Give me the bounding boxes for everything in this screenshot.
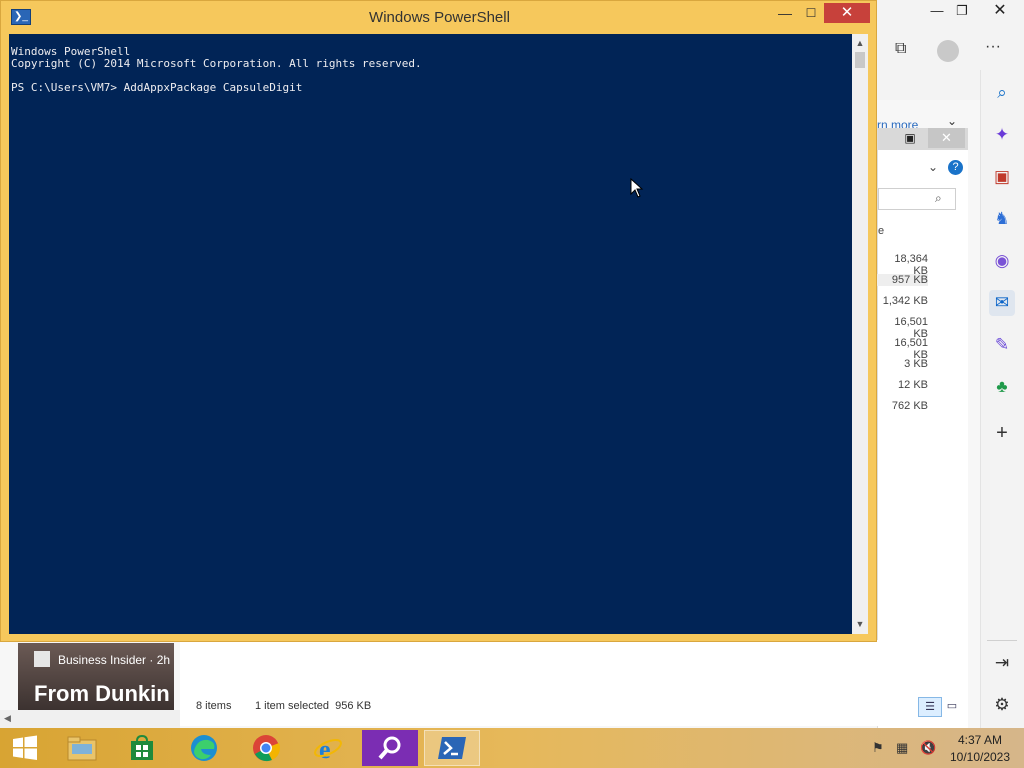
chrome-taskbar-button[interactable] [238,730,294,766]
search-app-taskbar-button[interactable] [362,730,418,766]
add-icon[interactable]: + [989,420,1015,446]
console-line: Copyright (C) 2014 Microsoft Corporation… [11,57,422,70]
chevron-down-icon[interactable]: ⌄ [928,160,938,174]
copilot-icon[interactable]: ✦ [989,122,1015,148]
collections-icon[interactable]: ⧉ [895,40,906,58]
console-area[interactable]: Windows PowerShell Copyright (C) 2014 Mic… [9,34,852,634]
file-explorer-window: ▣ ✕ ⌄ ? ⌕ e 18,364 KB 957 KB 1,342 KB 16… [876,128,968,728]
minimize-button[interactable]: — [771,4,799,22]
maximize-button[interactable]: ☐ [797,4,825,22]
edge-taskbar-button[interactable] [176,730,232,766]
chevron-down-icon[interactable]: ⌄ [947,114,957,128]
explorer-maximize-button[interactable]: ▣ [900,128,920,148]
status-selection: 1 item selected 956 KB [255,700,372,712]
office-icon[interactable]: ◉ [989,248,1015,274]
svg-text:e: e [319,735,331,763]
vertical-scrollbar[interactable]: ▲ ▼ [852,34,868,634]
powershell-titlebar[interactable]: ❯_ Windows PowerShell — ☐ ✕ [1,1,878,33]
sidebar-divider [987,640,1017,641]
horizontal-scrollbar[interactable]: ◀ [0,710,180,728]
tree-icon[interactable]: ♣ [989,374,1015,400]
scroll-up-arrow-icon[interactable]: ▲ [854,37,866,49]
close-button[interactable]: ✕ [824,3,870,23]
folder-icon [67,736,97,761]
news-card[interactable]: Business Insider · 2h From Dunkin [18,643,174,710]
search-icon[interactable]: ⌕ [989,80,1015,106]
list-item[interactable]: 12 KB [898,379,928,391]
magnifier-icon [378,736,401,760]
internet-explorer-taskbar-button[interactable]: e [300,730,356,766]
scroll-down-arrow-icon[interactable]: ▼ [854,618,866,630]
powershell-taskbar-button[interactable] [424,730,480,766]
news-headline[interactable]: From Dunkin [34,681,170,707]
edge-icon [191,735,217,761]
clock-time[interactable]: 4:37 AM [945,733,1015,747]
list-item[interactable]: 1,342 KB [883,295,928,307]
store-icon [131,734,153,760]
column-header[interactable]: e [878,225,884,237]
clock-date[interactable]: 10/10/2023 [945,750,1015,764]
edge-close-button[interactable]: ✕ [985,0,1015,22]
details-view-icon[interactable]: ☰ [918,697,942,717]
powershell-icon [438,737,466,759]
explorer-close-button[interactable]: ✕ [928,128,965,148]
more-options-icon[interactable]: ··· [985,38,1001,56]
store-taskbar-button[interactable] [114,730,170,766]
profile-avatar[interactable] [937,40,959,62]
volume-muted-icon[interactable]: 🔇 [920,740,936,756]
window-title: Windows PowerShell [369,9,510,26]
mouse-cursor-icon [630,178,644,198]
settings-gear-icon[interactable]: ⚙ [989,692,1015,718]
taskbar: e ⚑ ▦ 🔇 4:37 AM 10/10/2023 [0,728,1024,768]
action-center-flag-icon[interactable]: ⚑ [872,740,884,756]
scroll-left-arrow-icon[interactable]: ◀ [4,713,11,724]
status-item-count: 8 items [196,700,232,712]
list-item-selected[interactable]: 957 KB [876,274,928,286]
edge-sidebar: ⌕ ✦ ▣ ♞ ◉ ✉ ✎ ♣ + ⇥ ⚙ [980,70,1024,728]
split-screen-icon[interactable]: ⇥ [989,650,1015,676]
list-item[interactable]: 762 KB [892,400,928,412]
scrollbar-thumb[interactable] [855,52,865,68]
edge-restore-button[interactable]: ❐ [947,0,977,22]
tools-icon[interactable]: ▣ [989,164,1015,190]
search-icon: ⌕ [935,191,942,205]
outlook-icon[interactable]: ✉ [989,290,1015,316]
explorer-titlebar: ▣ ✕ [878,128,968,150]
help-icon[interactable]: ? [948,160,963,175]
network-icon[interactable]: ▦ [896,740,908,756]
news-source-logo [34,651,50,667]
news-source: Business Insider · 2h [58,653,171,667]
powershell-window: ❯_ Windows PowerShell — ☐ ✕ Windows Powe… [0,0,877,642]
explorer-search-box[interactable]: ⌕ [878,188,956,210]
console-prompt-line[interactable]: PS C:\Users\VM7> AddAppxPackage CapsuleD… [11,82,422,94]
list-item[interactable]: 3 KB [904,358,928,370]
large-icons-view-icon[interactable]: ▭ [944,698,960,714]
designer-icon[interactable]: ✎ [989,332,1015,358]
start-button[interactable] [0,730,50,766]
windows-logo-icon [13,735,37,760]
chrome-icon [253,735,280,762]
explorer-status-bar: 8 items 1 item selected 956 KB [180,640,965,726]
internet-explorer-icon: e [314,735,342,763]
file-explorer-taskbar-button[interactable] [54,730,110,766]
games-icon[interactable]: ♞ [989,206,1015,232]
